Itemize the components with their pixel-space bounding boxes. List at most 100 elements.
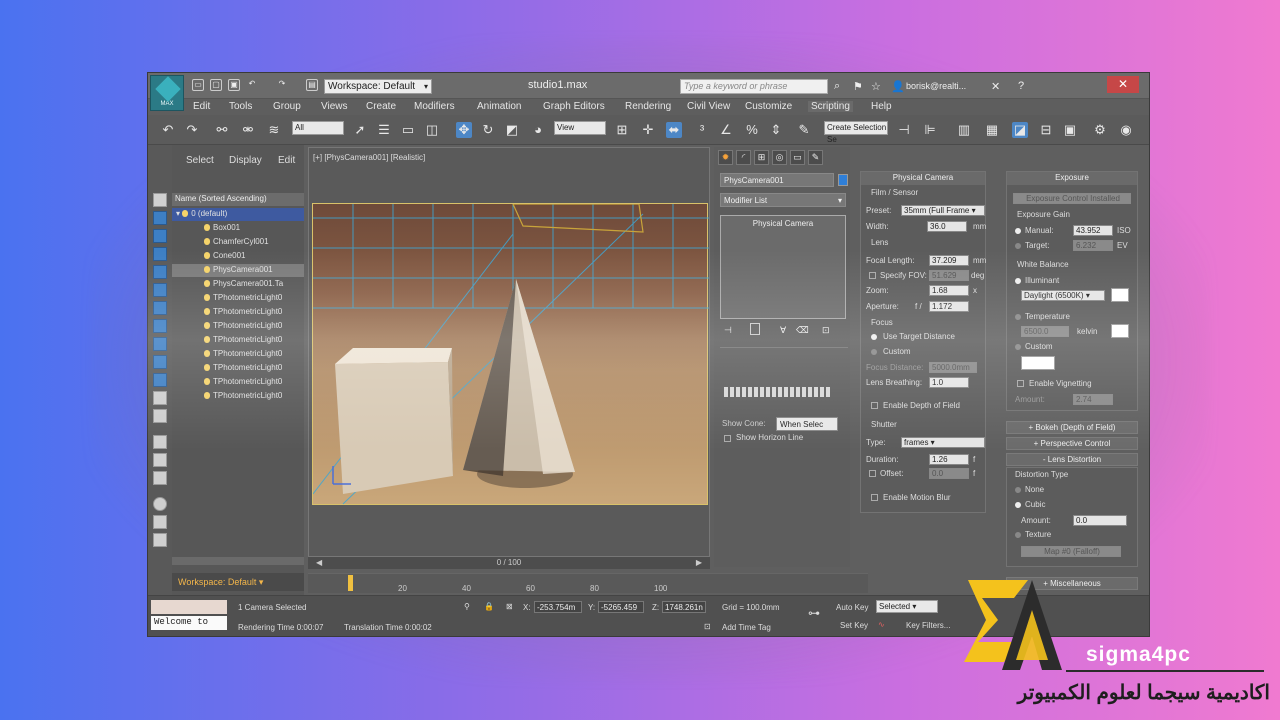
width-spinner[interactable]: 36.0 xyxy=(927,221,967,232)
menu-animation[interactable]: Animation xyxy=(477,101,521,112)
track-bar[interactable]: 20 40 60 80 100 xyxy=(308,573,868,593)
explorer-workspace-selector[interactable]: Workspace: Default ▾ xyxy=(172,573,304,591)
light-bulb-icon[interactable] xyxy=(204,392,210,400)
explorer-tab-select[interactable]: Select xyxy=(186,155,214,166)
light-bulb-icon[interactable] xyxy=(204,308,210,316)
lens-breathing-spinner[interactable]: 1.0 xyxy=(929,377,969,388)
display-none-2-icon[interactable] xyxy=(153,453,167,467)
modifier-list-dropdown[interactable]: Modifier List ▾ xyxy=(720,193,846,207)
set-key-button[interactable]: Set Key xyxy=(840,621,868,630)
rollout-lens-distortion[interactable]: - Lens Distortion xyxy=(1006,453,1138,466)
fov-spinner[interactable]: 51.629 xyxy=(929,270,969,281)
user-icon[interactable]: 👤 xyxy=(891,80,905,93)
help-icon[interactable]: ? xyxy=(1018,80,1024,92)
key-curve-icon[interactable]: ∿ xyxy=(878,620,885,629)
display-xrefs-icon[interactable] xyxy=(153,337,167,351)
hierarchy-tab-icon[interactable]: ⊞ xyxy=(754,150,769,165)
close-button[interactable]: ✕ xyxy=(1107,76,1139,93)
display-geometry-icon[interactable] xyxy=(153,211,167,225)
viewport-label[interactable]: [+] [PhysCamera001] [Realistic] xyxy=(313,153,425,162)
light-bulb-icon[interactable] xyxy=(204,364,210,372)
tree-item-layer-default[interactable]: ▾ 0 (default) xyxy=(172,208,304,221)
tree-item-selected[interactable]: PhysCamera001 xyxy=(172,264,304,277)
time-slider[interactable]: ◀ 0 / 100 ▶ xyxy=(308,557,710,569)
illuminant-radio[interactable] xyxy=(1015,278,1021,284)
select-place-icon[interactable]: ◕ xyxy=(530,122,546,138)
tree-item[interactable]: TPhotometricLight0 xyxy=(172,348,304,361)
temperature-radio[interactable] xyxy=(1015,314,1021,320)
save-icon[interactable]: ▣ xyxy=(228,79,240,91)
tree-item[interactable]: TPhotometricLight0 xyxy=(172,362,304,375)
menu-customize[interactable]: Customize xyxy=(745,101,792,112)
motion-tab-icon[interactable]: ◎ xyxy=(772,150,787,165)
display-frozen-icon[interactable] xyxy=(153,391,167,405)
menu-tools[interactable]: Tools xyxy=(229,101,252,112)
light-bulb-icon[interactable] xyxy=(204,322,210,330)
time-tag-icon[interactable]: ⊡ xyxy=(704,622,711,631)
link-icon[interactable]: ⚯ xyxy=(214,122,230,138)
light-bulb-icon[interactable] xyxy=(204,224,210,232)
rollout-perspective-control[interactable]: + Perspective Control xyxy=(1006,437,1138,450)
light-bulb-icon[interactable] xyxy=(182,210,189,218)
remove-modifier-icon[interactable]: ⌫ xyxy=(796,325,809,336)
x-coordinate-field[interactable]: -253.754m xyxy=(534,601,582,613)
new-icon[interactable]: ▭ xyxy=(192,79,204,91)
communication-center-icon[interactable]: ⚑ xyxy=(853,80,863,93)
select-by-name-icon[interactable]: ☰ xyxy=(376,122,392,138)
menu-scripting[interactable]: Scripting xyxy=(808,101,853,112)
target-radio[interactable] xyxy=(1015,243,1021,249)
configure-sets-icon[interactable]: ⊡ xyxy=(822,325,830,336)
schematic-view-icon[interactable]: ⊟ xyxy=(1038,122,1054,138)
display-spacewarps-icon[interactable] xyxy=(153,301,167,315)
isolate-icon[interactable]: ⚲ xyxy=(464,602,470,611)
menu-modifiers[interactable]: Modifiers xyxy=(414,101,455,112)
project-folder-icon[interactable]: ▤ xyxy=(306,79,318,91)
explorer-tab-edit[interactable]: Edit xyxy=(278,155,295,166)
illuminant-dropdown[interactable]: Daylight (6500K) ▾ xyxy=(1021,290,1105,301)
prev-frame-icon[interactable]: ◀ xyxy=(316,557,322,569)
auto-key-button[interactable]: Auto Key xyxy=(836,603,868,612)
selection-filter-dropdown[interactable]: All xyxy=(292,121,344,135)
exposure-control-installed-button[interactable]: Exposure Control Installed xyxy=(1013,193,1131,204)
modifier-stack-item[interactable]: Physical Camera xyxy=(753,219,813,228)
light-bulb-icon[interactable] xyxy=(204,280,210,288)
spinner-snap-icon[interactable]: ⇕ xyxy=(768,122,784,138)
selection-set-dropdown[interactable]: Create Selection Se xyxy=(824,121,888,144)
display-helpers-icon[interactable] xyxy=(153,283,167,297)
sync-selection-icon[interactable] xyxy=(153,533,167,547)
explorer-tab-display[interactable]: Display xyxy=(229,155,262,166)
rollout-header-physical-camera[interactable]: Physical Camera xyxy=(861,172,985,185)
undo-icon[interactable]: ↶ xyxy=(160,122,176,138)
curve-editor-icon[interactable]: ◪ xyxy=(1012,122,1028,138)
select-move-icon[interactable]: ✥ xyxy=(456,122,472,138)
modifier-stack[interactable]: Physical Camera xyxy=(720,215,846,319)
tree-item[interactable]: PhysCamera001.Ta xyxy=(172,278,304,291)
duration-spinner[interactable]: 1.26 xyxy=(929,454,969,465)
scene-explorer-icon[interactable]: ▦ xyxy=(984,122,1000,138)
menu-views[interactable]: Views xyxy=(321,101,348,112)
show-horizon-checkbox[interactable] xyxy=(724,435,731,442)
rollout-header-exposure[interactable]: Exposure xyxy=(1007,172,1137,185)
z-coordinate-field[interactable]: 1748.261n xyxy=(662,601,706,613)
distortion-texture-radio[interactable] xyxy=(1015,532,1021,538)
light-bulb-icon[interactable] xyxy=(204,378,210,386)
show-end-result-icon[interactable] xyxy=(750,323,760,335)
offset-spinner[interactable]: 0.0 xyxy=(929,468,969,479)
show-cone-dropdown[interactable]: When Selec xyxy=(776,417,838,431)
custom-focus-radio[interactable] xyxy=(871,349,877,355)
custom-wb-radio[interactable] xyxy=(1015,344,1021,350)
distortion-cubic-radio[interactable] xyxy=(1015,502,1021,508)
render-setup-icon[interactable]: ⚙ xyxy=(1092,122,1108,138)
display-lights-icon[interactable] xyxy=(153,247,167,261)
display-bones-icon[interactable] xyxy=(153,355,167,369)
move-gizmo-icon[interactable]: ✛ xyxy=(640,122,656,138)
edit-named-sets-icon[interactable]: ✎ xyxy=(796,122,812,138)
select-rotate-icon[interactable]: ↻ xyxy=(480,122,496,138)
focus-distance-spinner[interactable]: 5000.0mm xyxy=(929,362,977,373)
column-header-name[interactable]: Name (Sorted Ascending) xyxy=(172,193,304,206)
illuminant-color-swatch[interactable] xyxy=(1111,288,1129,302)
pivot-center-icon[interactable]: ⊞ xyxy=(614,122,630,138)
explorer-horizontal-scrollbar[interactable] xyxy=(172,557,304,565)
custom-wb-color-swatch[interactable] xyxy=(1021,356,1055,370)
manual-radio[interactable] xyxy=(1015,228,1021,234)
